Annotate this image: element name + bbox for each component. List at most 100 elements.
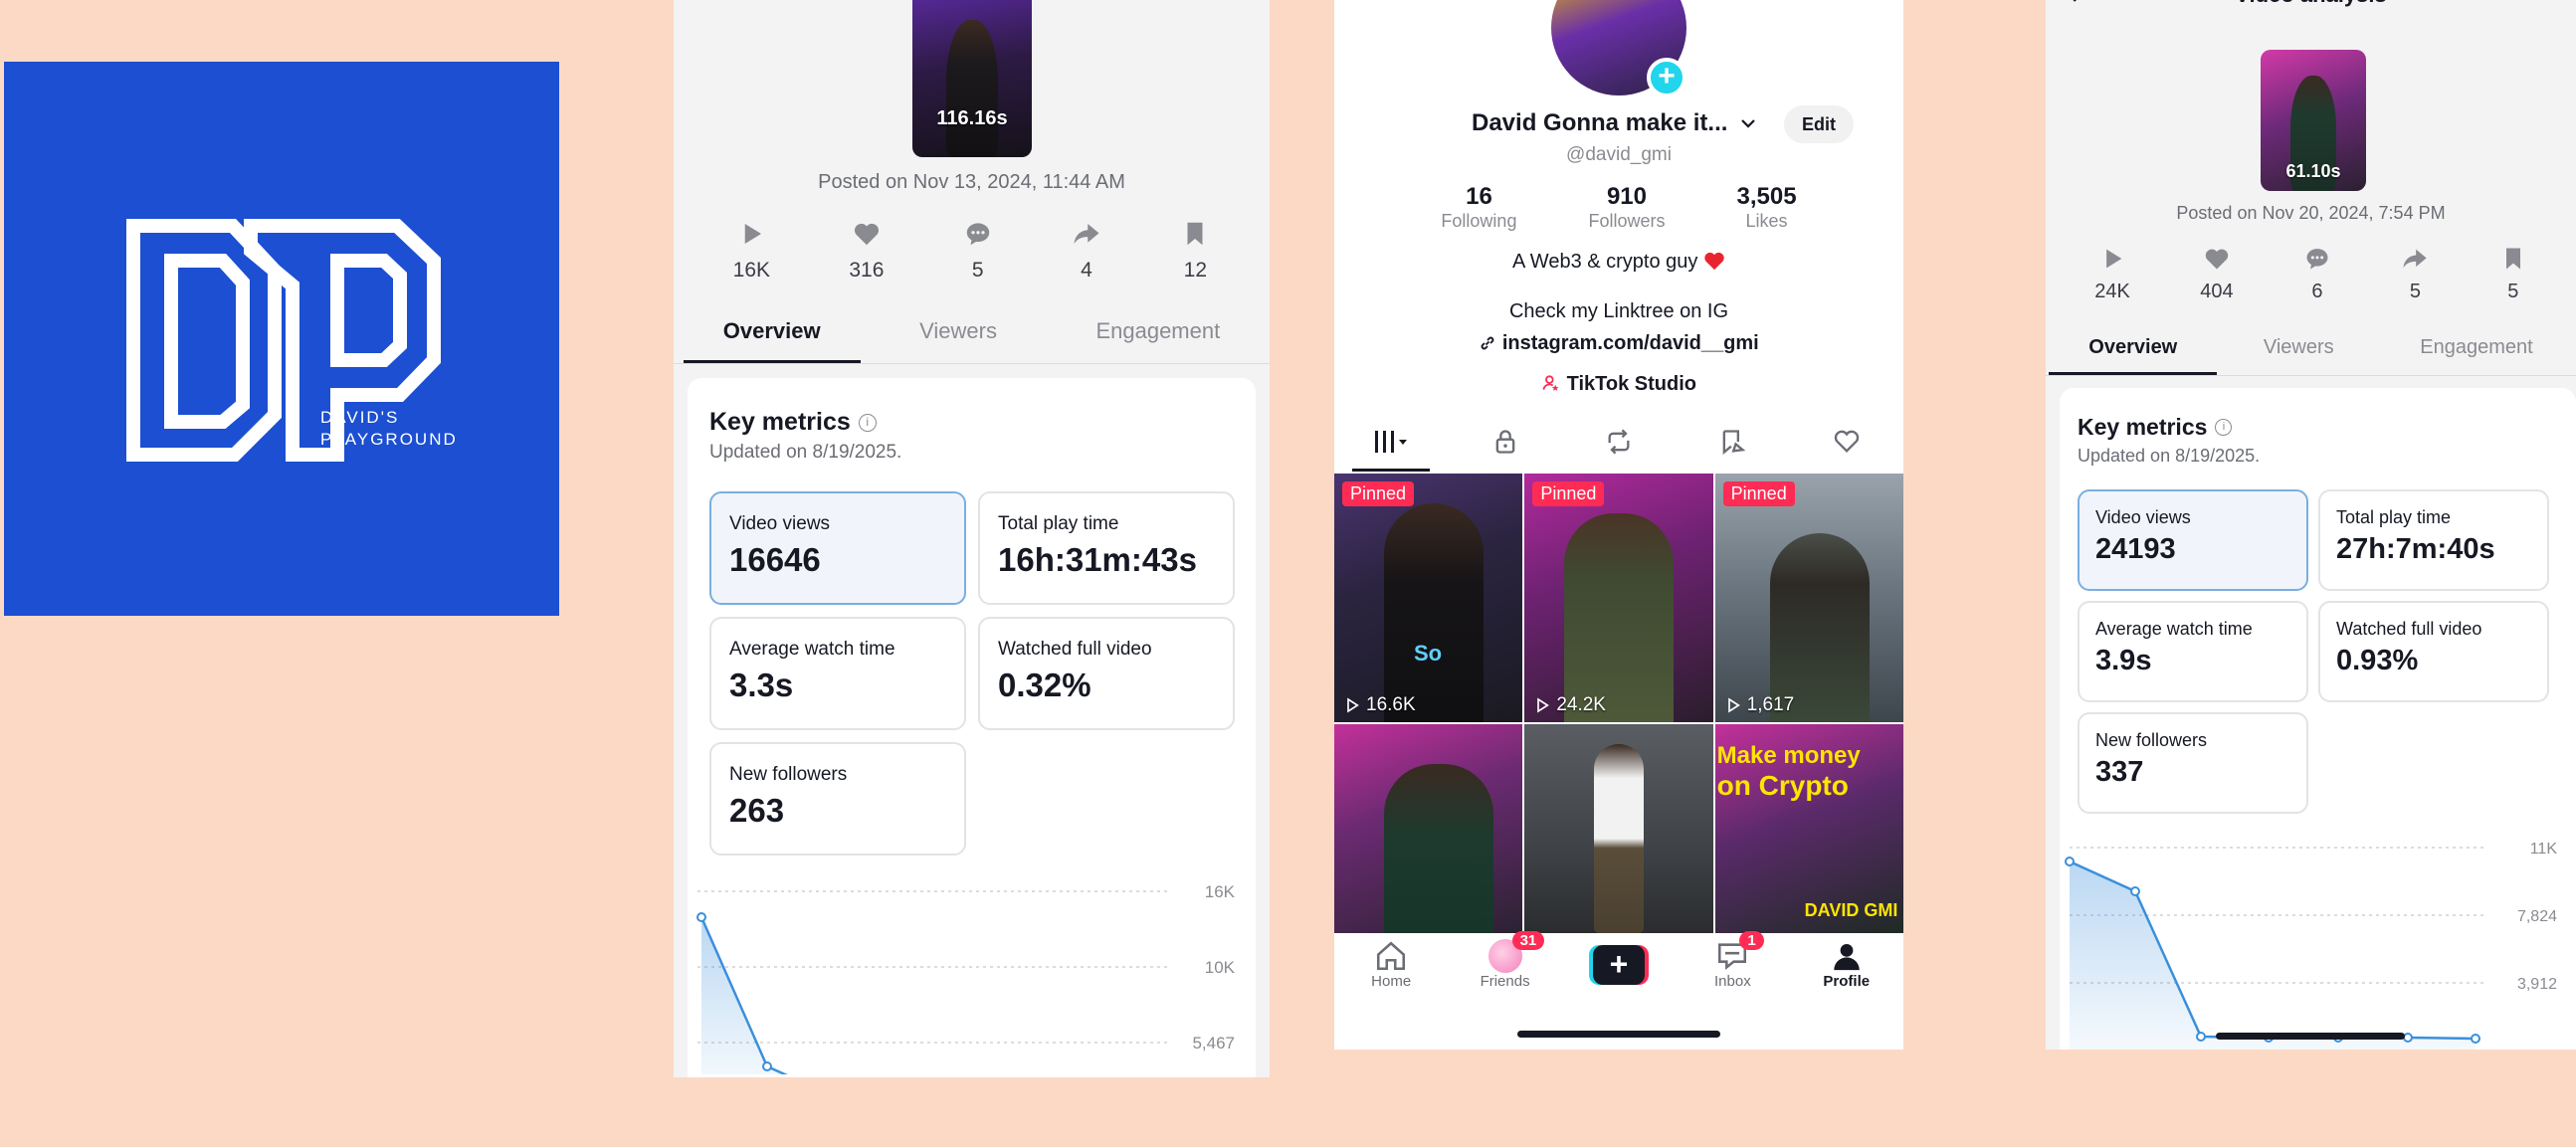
view-count: 1,617 (1725, 694, 1794, 716)
analytics-tabs: Overview Viewers Engagement (674, 318, 1270, 364)
tab-engagement[interactable]: Engagement (1095, 318, 1220, 363)
video-cell[interactable]: Pinned 1,617 (1714, 474, 1903, 722)
bookmark-icon (1187, 222, 1203, 246)
edit-profile-button[interactable]: Edit (1784, 105, 1854, 143)
nav-home[interactable]: Home (1336, 939, 1446, 990)
profile-icon (1834, 943, 1860, 971)
video-analytics-panel-right: Video analysis 61.10s Posted on Nov 20, … (2046, 0, 2576, 1050)
tab-overview[interactable]: Overview (2049, 336, 2218, 375)
tab-viewers[interactable]: Viewers (919, 318, 997, 363)
comments-stat: 5 (963, 219, 993, 283)
video-overlay-text: DAVID GMI (1804, 900, 1898, 920)
play-outline-icon (1347, 697, 1359, 713)
friends-badge: 31 (1511, 931, 1545, 950)
metric-video-views[interactable]: Video views 16646 (709, 491, 966, 605)
followers-count[interactable]: 910 Followers (1588, 183, 1665, 232)
heart-icon (2205, 249, 2229, 270)
lock-icon (1495, 430, 1514, 454)
chart-point (2130, 886, 2140, 896)
updated-date: Updated on 8/19/2025. (709, 442, 902, 463)
tab-viewers[interactable]: Viewers (2264, 336, 2334, 375)
likes-stat: 316 (849, 219, 884, 283)
saves-stat: 5 (2499, 245, 2527, 303)
metric-new-followers[interactable]: New followers 337 (2078, 712, 2308, 814)
studio-icon (1542, 375, 1559, 391)
metric-average-watch-time[interactable]: Average watch time 3.9s (2078, 601, 2308, 702)
repost-icon (1608, 429, 1630, 455)
shares-stat: 4 (1072, 219, 1101, 283)
nav-inbox[interactable]: 1 Inbox (1678, 931, 1787, 990)
updated-date: Updated on 8/19/2025. (2078, 446, 2261, 466)
create-button[interactable]: + (1564, 939, 1674, 985)
metric-video-views[interactable]: Video views 24193 (2078, 489, 2308, 591)
analytics-tabs: Overview Viewers Engagement (2046, 336, 2576, 376)
y-tick: 10K (1205, 958, 1236, 977)
key-metrics-card: Key metrics i Updated on 8/19/2025. Vide… (688, 378, 1256, 1077)
video-stats-row: 16K 316 5 4 12 (674, 219, 1270, 283)
header-bar: Video analysis (2046, 0, 2576, 8)
home-icon (1377, 941, 1406, 971)
views-chart: 16K 10K 5,467 (696, 882, 1236, 1074)
tab-overview[interactable]: Overview (683, 318, 861, 363)
info-icon[interactable]: i (858, 413, 877, 432)
tab-videos[interactable] (1352, 422, 1431, 472)
inbox-badge: 1 (1739, 931, 1764, 950)
tab-engagement[interactable]: Engagement (2420, 336, 2532, 375)
metric-watched-full-video[interactable]: Watched full video 0.93% (2318, 601, 2549, 702)
key-metrics-heading: Key metrics i (709, 408, 877, 437)
y-tick: 16K (1205, 882, 1236, 901)
profile-stats: 16 Following 910 Followers 3,505 Likes (1334, 183, 1903, 232)
y-tick: 11K (2530, 841, 2558, 858)
page-title: Video analysis (2046, 0, 2576, 8)
share-icon (2403, 249, 2428, 269)
views-stat: 16K (733, 219, 770, 283)
red-heart-icon (1704, 252, 1724, 271)
comment-icon (966, 223, 989, 246)
profile-name[interactable]: David Gonna make it... (1472, 109, 1757, 137)
chart-point (2196, 1032, 2206, 1042)
play-outline-icon (1537, 697, 1550, 713)
video-cell[interactable]: Pinned 24.2K (1524, 474, 1713, 722)
videos-grid-icon (1375, 431, 1408, 453)
video-cell[interactable]: So Pinned 16.6K (1334, 474, 1523, 722)
bio-line-1: A Web3 & crypto guy (1334, 251, 1903, 274)
profile-content-tabs (1334, 422, 1903, 472)
posted-date: Posted on Nov 13, 2024, 11:44 AM (818, 171, 1125, 193)
bio-link[interactable]: instagram.com/david__gmi (1334, 332, 1903, 355)
nav-friends[interactable]: 31 Friends (1451, 931, 1560, 990)
link-icon (1481, 336, 1494, 350)
y-tick: 5,467 (1192, 1034, 1235, 1052)
views-stat: 24K (2094, 245, 2130, 303)
home-indicator (1517, 1031, 1720, 1038)
video-overlay-text: Make money (1716, 742, 1861, 769)
tab-saved[interactable] (1697, 422, 1767, 462)
metric-watched-full-video[interactable]: Watched full video 0.32% (978, 617, 1235, 730)
chart-point (696, 912, 706, 922)
tab-reposts[interactable] (1584, 422, 1654, 462)
chevron-down-icon[interactable] (1739, 114, 1757, 132)
y-tick: 7,824 (2517, 908, 2557, 925)
add-story-icon[interactable]: + (1647, 58, 1686, 97)
tiktok-studio-link[interactable]: TikTok Studio (1334, 373, 1903, 396)
video-cell[interactable]: Make money on Crypto DAVID GMI (1714, 724, 1903, 933)
comments-stat: 6 (2303, 245, 2331, 303)
metric-average-watch-time[interactable]: Average watch time 3.3s (709, 617, 966, 730)
video-thumbnail[interactable]: 61.10s (2261, 50, 2366, 191)
metric-new-followers[interactable]: New followers 263 (709, 742, 966, 856)
likes-count[interactable]: 3,505 Likes (1737, 183, 1797, 232)
video-thumbnail[interactable]: 116.16s (912, 0, 1032, 157)
metric-total-play-time[interactable]: Total play time 16h:31m:43s (978, 491, 1235, 605)
tab-liked[interactable] (1812, 422, 1882, 462)
comment-icon (2306, 249, 2328, 270)
tab-private[interactable] (1471, 422, 1540, 462)
metric-total-play-time[interactable]: Total play time 27h:7m:40s (2318, 489, 2549, 591)
video-cell[interactable] (1334, 724, 1523, 933)
key-metrics-heading: Key metrics i (2078, 414, 2233, 441)
chart-point (2471, 1034, 2480, 1044)
following-count[interactable]: 16 Following (1441, 183, 1516, 232)
views-chart: 11K 7,824 3,912 (2065, 841, 2558, 1050)
info-icon[interactable]: i (2215, 419, 2233, 436)
video-cell[interactable] (1524, 724, 1713, 933)
nav-profile[interactable]: Profile (1792, 939, 1901, 990)
video-duration: 61.10s (2285, 161, 2341, 181)
